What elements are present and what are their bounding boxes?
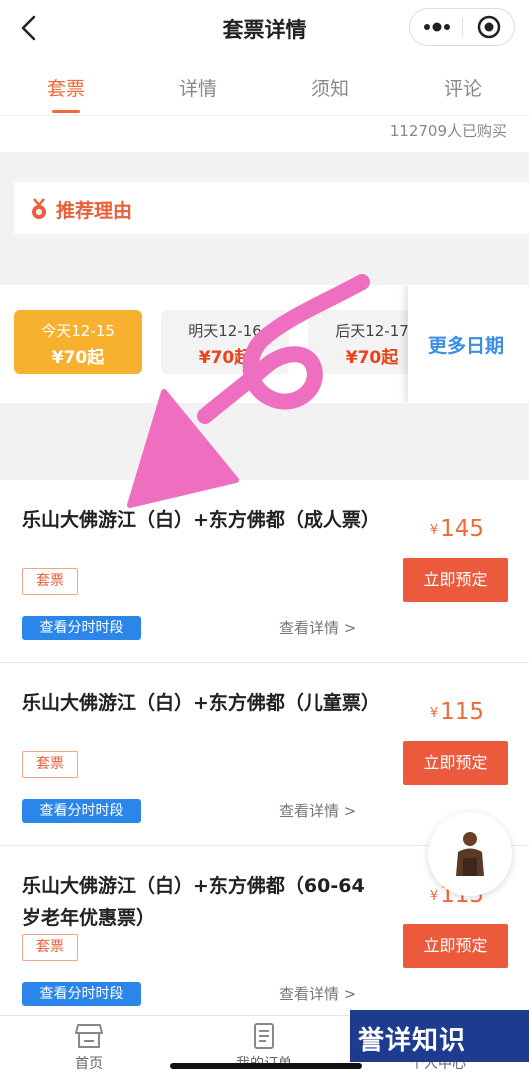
date-price: ¥70起 (198, 348, 252, 368)
package-tag: 套票 (22, 568, 78, 595)
ticket-price: ¥145 (430, 516, 484, 542)
date-tomorrow[interactable]: 明天12-16 ¥70起 (161, 310, 289, 374)
home-indicator (170, 1063, 362, 1069)
more-button[interactable] (410, 9, 462, 45)
time-slot-button[interactable]: 查看分时时段 (22, 799, 141, 823)
book-now-button[interactable]: 立即预定 (403, 558, 508, 602)
tab-reviews[interactable]: 评论 (423, 74, 503, 101)
time-slot-button[interactable]: 查看分时时段 (22, 616, 141, 640)
order-icon (254, 1023, 274, 1049)
active-tab-indicator (52, 110, 80, 113)
view-details-link[interactable]: 查看详情 > (279, 983, 356, 1004)
watermark-text: 誉详知识 (358, 1026, 467, 1056)
customer-service-avatar[interactable] (428, 812, 512, 896)
package-tag: 套票 (22, 934, 78, 961)
book-now-button[interactable]: 立即预定 (403, 741, 508, 785)
miniprogram-capsule (409, 8, 515, 46)
date-selector: 今天12-15 ¥70起 明天12-16 ¥70起 后天12-17 ¥70起 更… (0, 285, 529, 403)
close-button[interactable] (464, 9, 514, 45)
package-tag: 套票 (22, 751, 78, 778)
recommend-reason-card: 推荐理由 (14, 182, 529, 234)
tab-package[interactable]: 套票 (26, 74, 106, 101)
more-dates-label: 更多日期 (428, 335, 505, 357)
time-slot-button[interactable]: 查看分时时段 (22, 982, 141, 1006)
target-close-icon (477, 15, 501, 39)
view-details-link[interactable]: 查看详情 > (279, 800, 356, 821)
view-details-link[interactable]: 查看详情 > (279, 617, 356, 638)
person-avatar-icon (456, 832, 484, 876)
nav-home[interactable]: 首页 (34, 1022, 144, 1073)
tab-bar: 套票 详情 须知 评论 (0, 56, 529, 116)
sold-count: 112709人已购买 (389, 122, 507, 140)
date-label: 今天12-15 (41, 322, 115, 340)
ticket-item-adult: 乐山大佛游江（白）+东方佛都（成人票） 套票 查看分时时段 查看详情 > ¥14… (0, 480, 529, 663)
capsule-divider (462, 18, 463, 36)
ticket-name: 乐山大佛游江（白）+东方佛都（儿童票） (22, 692, 380, 714)
currency-symbol: ¥ (429, 889, 439, 904)
ticket-list: 乐山大佛游江（白）+东方佛都（成人票） 套票 查看分时时段 查看详情 > ¥14… (0, 480, 529, 1015)
date-label: 明天12-16 (188, 322, 262, 340)
price-value: 115 (440, 699, 484, 725)
sold-count-row: 112709人已购买 (0, 116, 529, 152)
nav-label: 首页 (75, 1056, 103, 1072)
navigation-bar: 套票详情 (0, 0, 529, 56)
tab-notice[interactable]: 须知 (290, 74, 370, 101)
book-now-button[interactable]: 立即预定 (403, 924, 508, 968)
medal-icon (32, 198, 46, 219)
watermark-logo: 誉详知识 (350, 1010, 529, 1062)
date-today[interactable]: 今天12-15 ¥70起 (14, 310, 142, 374)
price-value: 145 (440, 516, 484, 542)
date-price: ¥70起 (51, 348, 105, 368)
store-icon (75, 1024, 103, 1048)
ticket-price: ¥115 (430, 699, 484, 725)
currency-symbol: ¥ (429, 523, 439, 538)
ticket-name: 乐山大佛游江（白）+东方佛都（60-64岁老年优惠票） (22, 875, 365, 929)
ticket-name: 乐山大佛游江（白）+东方佛都（成人票） (22, 509, 380, 531)
more-dates-button[interactable]: 更多日期 (408, 285, 529, 403)
currency-symbol: ¥ (429, 706, 439, 721)
tab-details[interactable]: 详情 (158, 74, 238, 101)
more-dots-icon (424, 22, 450, 32)
recommend-reason-title: 推荐理由 (56, 200, 133, 222)
